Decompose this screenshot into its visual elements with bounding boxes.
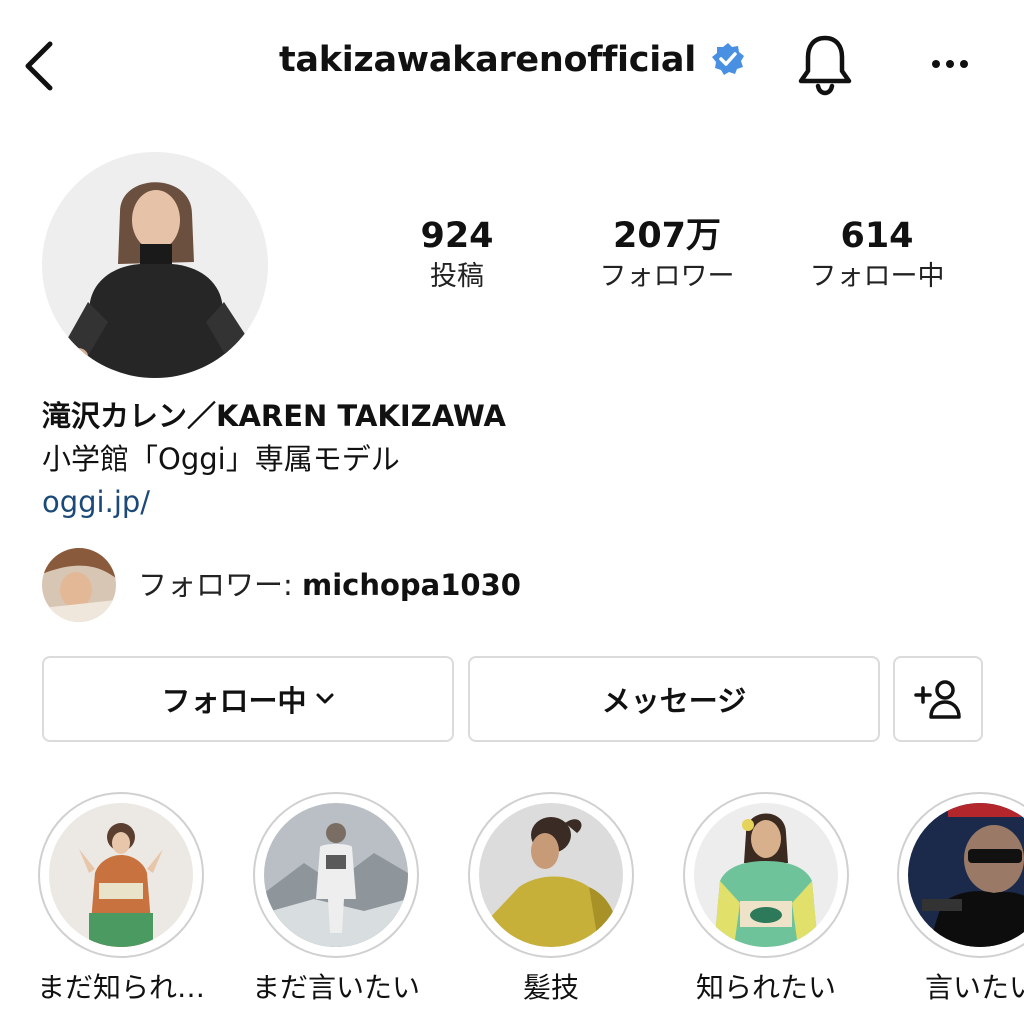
verified-badge-icon: [712, 43, 745, 75]
following-button-label: フォロー中: [161, 684, 307, 718]
highlight-title: 髪技: [522, 971, 579, 1004]
message-button[interactable]: メッセージ: [468, 656, 880, 742]
add-person-icon: [914, 680, 961, 719]
stat-label: フォロー中: [809, 261, 945, 292]
story-highlight[interactable]: 髪技: [467, 792, 635, 1008]
highlight-ring[interactable]: [253, 792, 419, 958]
highlight-ring[interactable]: [897, 792, 1024, 958]
story-highlight[interactable]: まだ言いたい: [252, 792, 420, 1008]
highlight-title: 知られたい: [695, 971, 836, 1004]
highlight-cover: [479, 803, 623, 947]
highlight-ring[interactable]: [683, 792, 849, 958]
followed-by-prefix: フォロワー:: [138, 568, 302, 602]
stat-value: 207万: [612, 216, 722, 256]
chevron-down-icon: [316, 693, 333, 704]
profile-avatar[interactable]: [42, 152, 268, 378]
ellipsis-icon: [932, 60, 968, 68]
profile-website-link[interactable]: oggi.jp/: [42, 482, 150, 522]
stat-value: 924: [420, 216, 494, 256]
stat-label: 投稿: [430, 261, 484, 292]
profile-photo: [42, 152, 268, 378]
mutual-follower-photo: [42, 548, 116, 622]
stat-label: フォロワー: [599, 261, 735, 292]
highlight-title: まだ言いたい: [252, 971, 421, 1004]
mutual-follower-avatar[interactable]: [42, 548, 116, 622]
bell-icon: [798, 35, 852, 96]
more-options-button[interactable]: [928, 50, 972, 78]
profile-username: takizawakarenofficial: [278, 40, 696, 80]
notification-bell-button[interactable]: [796, 33, 854, 97]
highlight-cover: [908, 803, 1024, 947]
followers-count[interactable]: 207万 フォロワー: [582, 214, 752, 296]
story-highlight[interactable]: まだ知られ…: [37, 792, 205, 1008]
highlight-cover: [49, 803, 193, 947]
header-title: takizawakarenofficial: [0, 40, 1024, 90]
message-button-label: メッセージ: [601, 684, 747, 718]
posts-count[interactable]: 924 投稿: [372, 214, 542, 296]
followed-by-text[interactable]: フォロワー: michopa1030: [138, 565, 521, 605]
highlight-ring[interactable]: [468, 792, 634, 958]
profile-bio: 小学館「Oggi」専属モデル: [42, 442, 400, 476]
highlight-title: 言いたい: [925, 971, 1024, 1004]
highlight-cover: [694, 803, 838, 947]
profile-display-name: 滝沢カレン／KAREN TAKIZAWA: [42, 399, 506, 433]
chevron-left-icon: [25, 41, 53, 91]
story-highlight[interactable]: 言いたい: [897, 792, 1024, 1008]
suggest-people-button[interactable]: [893, 656, 983, 742]
following-button[interactable]: フォロー中: [42, 656, 454, 742]
back-button[interactable]: [18, 38, 66, 94]
followed-by-username: michopa1030: [302, 568, 521, 602]
story-highlight[interactable]: 知られたい: [682, 792, 850, 1008]
highlight-title: まだ知られ…: [37, 971, 206, 1004]
following-count[interactable]: 614 フォロー中: [792, 214, 962, 296]
stat-value: 614: [840, 216, 914, 256]
highlight-cover: [264, 803, 408, 947]
highlight-ring[interactable]: [38, 792, 204, 958]
